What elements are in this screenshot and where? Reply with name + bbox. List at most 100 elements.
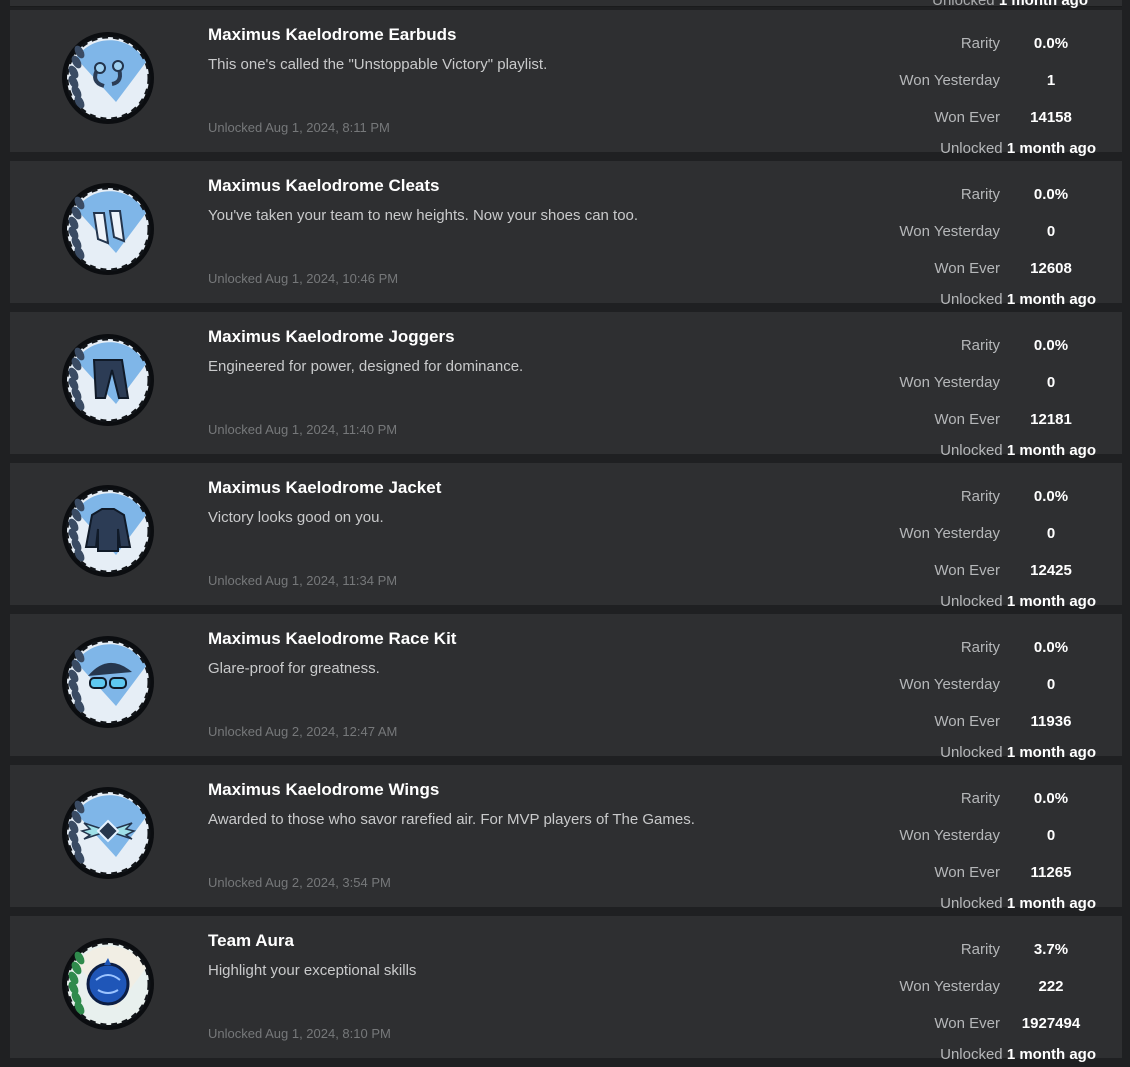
achievement-unlock-date: Unlocked Aug 1, 2024, 11:34 PM xyxy=(208,573,398,588)
stat-rarity: Rarity 0.0% xyxy=(862,337,1122,357)
stat-rarity-value: 3.7% xyxy=(1033,941,1069,958)
achievement-row[interactable]: Maximus Kaelodrome Cleats You've taken y… xyxy=(10,161,1122,308)
achievement-title: Maximus Kaelodrome Earbuds xyxy=(208,25,457,44)
stat-won-yesterday: Won Yesterday 222 xyxy=(862,978,1122,998)
stat-won-yesterday-value: 0 xyxy=(1046,676,1056,693)
stat-won-yesterday: Won Yesterday 0 xyxy=(862,676,1122,696)
stat-won-yesterday-label: Won Yesterday xyxy=(899,72,1000,89)
stat-unlocked: Unlocked 1 month ago xyxy=(940,140,1096,157)
stat-won-yesterday: Won Yesterday 0 xyxy=(862,374,1122,394)
stat-won-yesterday: Won Yesterday 0 xyxy=(862,223,1122,243)
stat-rarity-value: 0.0% xyxy=(1033,35,1069,52)
stat-rarity-value: 0.0% xyxy=(1033,639,1069,656)
stat-unlocked: Unlocked 1 month ago xyxy=(940,1046,1096,1063)
stat-won-yesterday-label: Won Yesterday xyxy=(899,827,1000,844)
stat-won-ever-value: 12425 xyxy=(1030,562,1072,579)
stat-unlocked-label: Unlocked xyxy=(940,744,1003,761)
stat-won-yesterday-value: 0 xyxy=(1046,525,1056,542)
stat-rarity: Rarity 0.0% xyxy=(862,790,1122,810)
stat-won-yesterday-value: 0 xyxy=(1046,827,1056,844)
achievement-list: Maximus Kaelodrome Earbuds This one's ca… xyxy=(10,10,1122,1067)
stat-won-ever-label: Won Ever xyxy=(934,713,1000,730)
achievement-row[interactable]: Maximus Kaelodrome Jacket Victory looks … xyxy=(10,463,1122,610)
stat-won-ever: Won Ever 1927494 xyxy=(862,1015,1122,1035)
stat-won-yesterday: Won Yesterday 0 xyxy=(862,525,1122,545)
stat-rarity: Rarity 0.0% xyxy=(862,639,1122,659)
wings-icon xyxy=(56,783,156,883)
cleats-icon xyxy=(56,179,156,279)
achievement-description: Victory looks good on you. xyxy=(208,509,384,526)
race-kit-icon xyxy=(56,632,156,732)
earbuds-icon xyxy=(56,28,156,128)
stat-won-ever-label: Won Ever xyxy=(934,109,1000,126)
stat-unlocked-value: 1 month ago xyxy=(1006,744,1096,761)
stat-won-ever-label: Won Ever xyxy=(934,864,1000,881)
stat-unlocked-value: 1 month ago xyxy=(1006,140,1096,157)
stat-won-yesterday-label: Won Yesterday xyxy=(899,374,1000,391)
stat-won-ever-value: 12181 xyxy=(1030,411,1072,428)
stat-rarity-label: Rarity xyxy=(960,488,1000,505)
stat-unlocked-label: Unlocked xyxy=(940,291,1003,308)
achievement-description: Highlight your exceptional skills xyxy=(208,962,417,979)
achievement-title: Maximus Kaelodrome Wings xyxy=(208,780,440,799)
stat-rarity-label: Rarity xyxy=(960,35,1000,52)
stat-unlocked-label: Unlocked xyxy=(940,593,1003,610)
stat-rarity-value: 0.0% xyxy=(1033,186,1069,203)
stat-unlocked-value: 1 month ago xyxy=(1006,442,1096,459)
joggers-icon xyxy=(56,330,156,430)
achievement-description: You've taken your team to new heights. N… xyxy=(208,207,639,224)
stat-won-yesterday: Won Yesterday 0 xyxy=(862,827,1122,847)
stat-unlocked-label: Unlocked xyxy=(940,1046,1003,1063)
stat-won-ever-value: 11936 xyxy=(1030,713,1072,730)
previous-row-sliver: Unlocked 1 month ago xyxy=(10,0,1122,9)
achievement-row[interactable]: Maximus Kaelodrome Wings Awarded to thos… xyxy=(10,765,1122,912)
achievement-description: Engineered for power, designed for domin… xyxy=(208,358,524,375)
stat-won-ever-value: 14158 xyxy=(1030,109,1072,126)
stat-unlocked: Unlocked 1 month ago xyxy=(940,291,1096,308)
achievement-title: Maximus Kaelodrome Cleats xyxy=(208,176,440,195)
achievement-row[interactable]: Maximus Kaelodrome Joggers Engineered fo… xyxy=(10,312,1122,459)
achievement-unlock-date: Unlocked Aug 2, 2024, 3:54 PM xyxy=(208,875,391,890)
team-aura-icon xyxy=(56,934,156,1034)
stat-won-ever-value: 12608 xyxy=(1030,260,1072,277)
stat-won-yesterday-value: 1 xyxy=(1046,72,1056,89)
stat-won-ever-label: Won Ever xyxy=(934,411,1000,428)
stat-rarity-label: Rarity xyxy=(960,639,1000,656)
stat-rarity-label: Rarity xyxy=(960,790,1000,807)
stat-won-ever: Won Ever 11265 xyxy=(862,864,1122,884)
stat-rarity-value: 0.0% xyxy=(1033,337,1069,354)
stat-won-yesterday-label: Won Yesterday xyxy=(899,525,1000,542)
stat-won-yesterday: Won Yesterday 1 xyxy=(862,72,1122,92)
stat-rarity-label: Rarity xyxy=(960,941,1000,958)
stat-unlocked-label: Unlocked xyxy=(940,140,1003,157)
jacket-icon xyxy=(56,481,156,581)
stat-rarity: Rarity 0.0% xyxy=(862,186,1122,206)
achievement-unlock-date: Unlocked Aug 1, 2024, 8:11 PM xyxy=(208,120,390,135)
stat-rarity: Rarity 3.7% xyxy=(862,941,1122,961)
achievement-row[interactable]: Maximus Kaelodrome Race Kit Glare-proof … xyxy=(10,614,1122,761)
stat-won-ever-value: 11265 xyxy=(1030,864,1072,881)
stat-unlocked-value: 1 month ago xyxy=(1006,1046,1096,1063)
stat-won-ever: Won Ever 11936 xyxy=(862,713,1122,733)
stat-won-ever-label: Won Ever xyxy=(934,260,1000,277)
stat-unlocked-label: Unlocked xyxy=(940,895,1003,912)
achievement-unlock-date: Unlocked Aug 2, 2024, 12:47 AM xyxy=(208,724,398,739)
stat-won-yesterday-value: 0 xyxy=(1046,374,1056,391)
stat-won-ever-label: Won Ever xyxy=(934,1015,1000,1032)
achievement-unlock-date: Unlocked Aug 1, 2024, 10:46 PM xyxy=(208,271,399,286)
stat-won-ever: Won Ever 14158 xyxy=(862,109,1122,129)
achievement-title: Maximus Kaelodrome Jacket xyxy=(208,478,442,497)
achievement-description: Glare-proof for greatness. xyxy=(208,660,380,677)
achievement-unlock-date: Unlocked Aug 1, 2024, 11:40 PM xyxy=(208,422,398,437)
stat-unlocked: Unlocked 1 month ago xyxy=(940,744,1096,761)
achievement-row[interactable]: Maximus Kaelodrome Earbuds This one's ca… xyxy=(10,10,1122,157)
stat-unlocked: Unlocked 1 month ago xyxy=(940,442,1096,459)
achievement-row[interactable]: Team Aura Highlight your exceptional ski… xyxy=(10,916,1122,1063)
stat-unlocked: Unlocked 1 month ago xyxy=(940,895,1096,912)
stat-won-yesterday-label: Won Yesterday xyxy=(899,978,1000,995)
stat-rarity: Rarity 0.0% xyxy=(862,35,1122,55)
stat-won-yesterday-label: Won Yesterday xyxy=(899,223,1000,240)
stat-won-ever: Won Ever 12181 xyxy=(862,411,1122,431)
stat-won-yesterday-value: 0 xyxy=(1046,223,1056,240)
achievement-unlock-date: Unlocked Aug 1, 2024, 8:10 PM xyxy=(208,1026,391,1041)
